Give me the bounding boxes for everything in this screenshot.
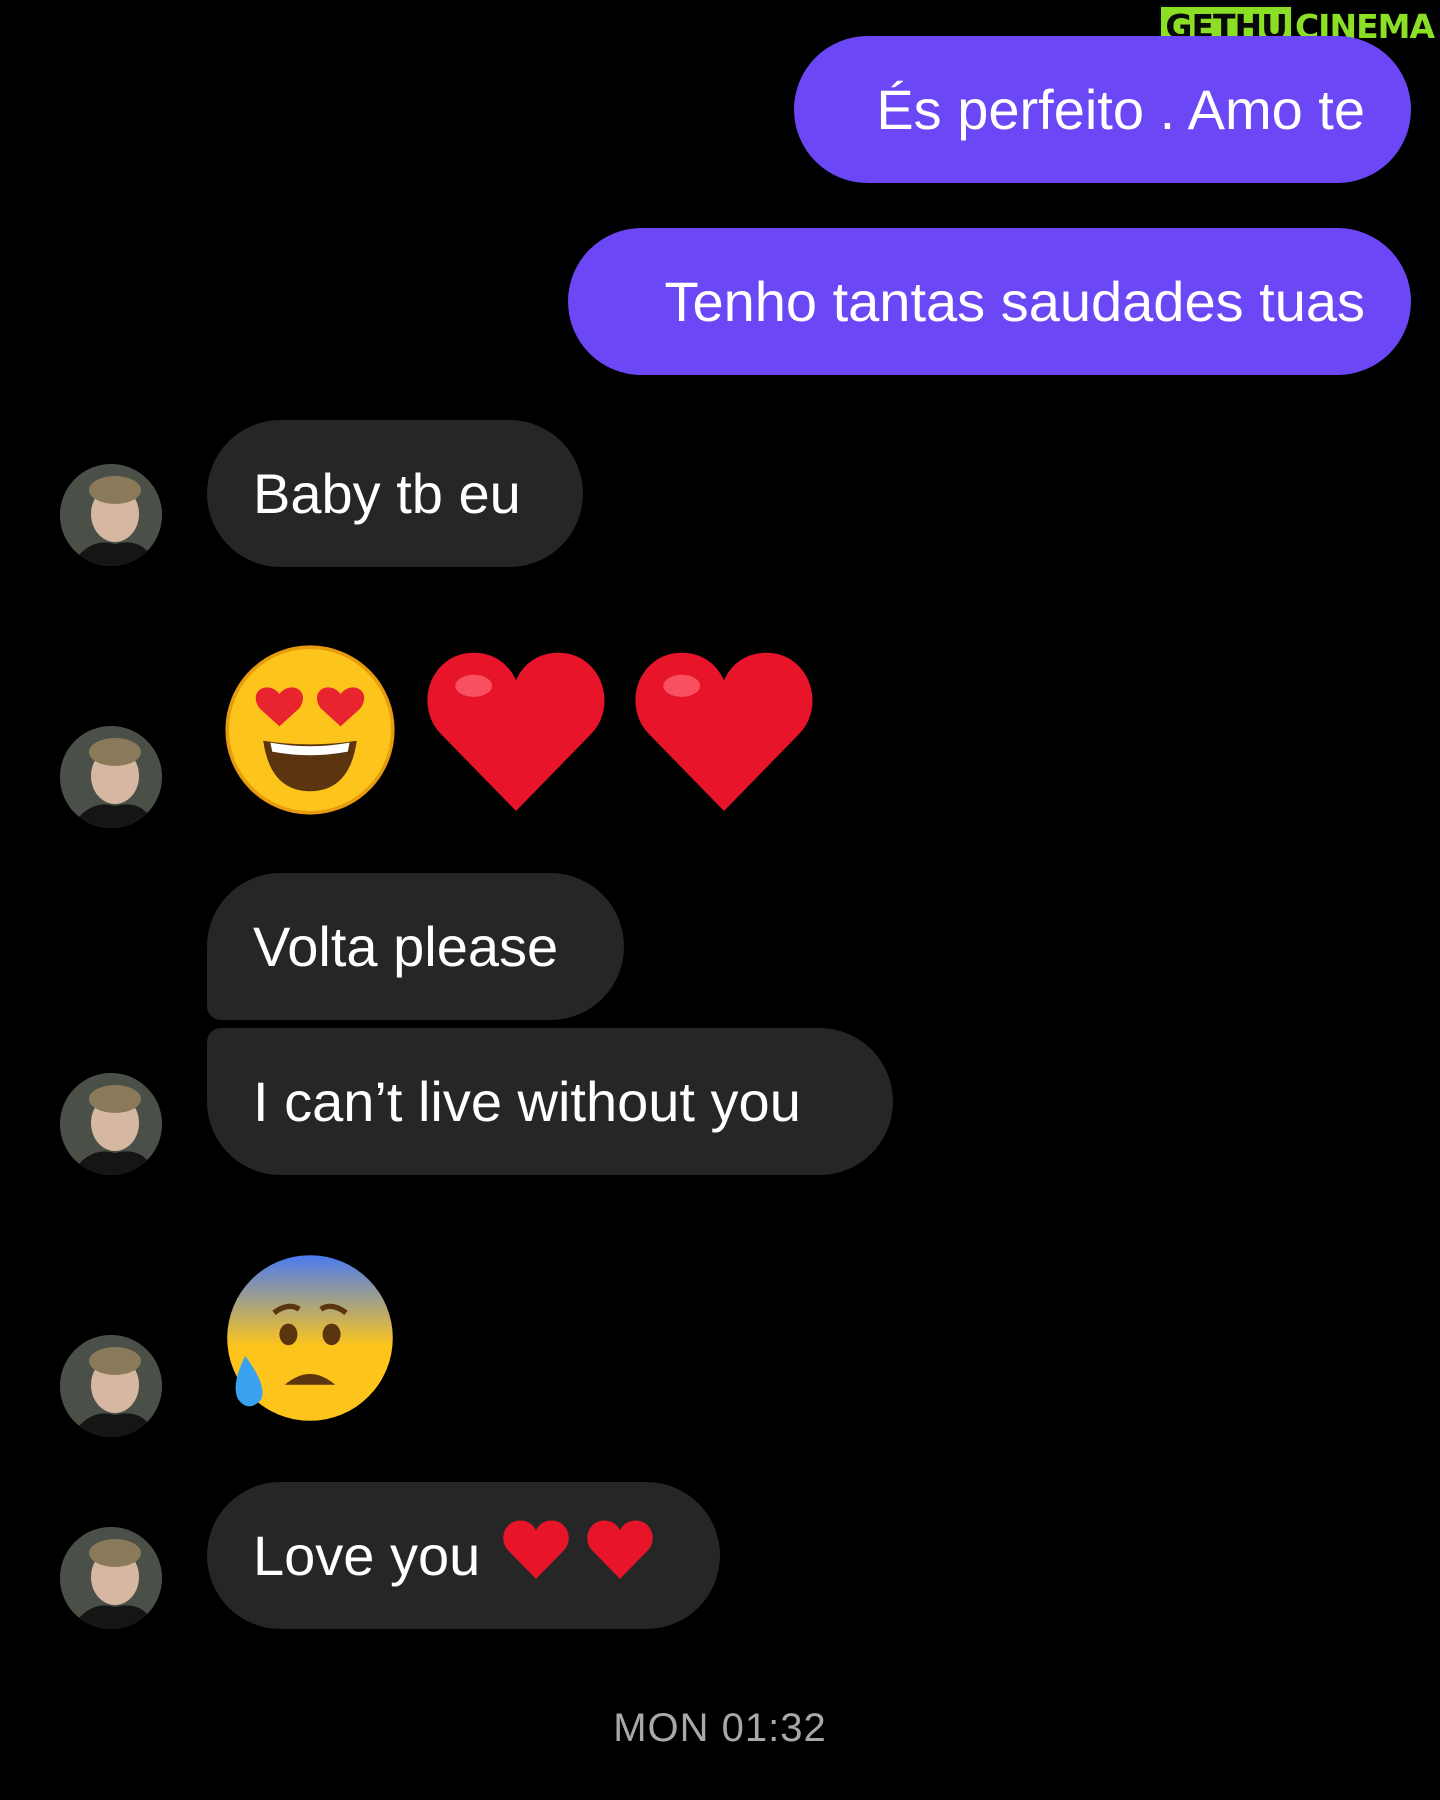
message-text: Volta please	[253, 915, 559, 978]
avatar[interactable]	[60, 1527, 162, 1629]
received-message-bubble[interactable]: I can’t live without you	[207, 1028, 893, 1175]
emoji-message[interactable]	[220, 640, 816, 820]
emoji-message[interactable]	[220, 1248, 400, 1428]
avatar[interactable]	[60, 464, 162, 566]
message-timestamp: MON 01:32	[613, 1706, 827, 1750]
message-text: Tenho tantas saudades tuas	[664, 270, 1365, 333]
red-heart-icon	[586, 1516, 654, 1595]
message-text: Love you	[253, 1524, 481, 1587]
avatar[interactable]	[60, 726, 162, 828]
red-heart-icon	[632, 640, 816, 820]
avatar[interactable]	[60, 1335, 162, 1437]
anxious-face-with-sweat-icon	[220, 1248, 400, 1428]
sent-message-bubble[interactable]: Tenho tantas saudades tuas	[568, 228, 1411, 375]
red-heart-icon	[502, 1516, 570, 1595]
received-message-bubble[interactable]: Baby tb eu	[207, 420, 583, 567]
sent-message-bubble[interactable]: És perfeito . Amo te	[794, 36, 1411, 183]
received-message-bubble[interactable]: Love you	[207, 1482, 720, 1629]
message-text: Baby tb eu	[253, 462, 521, 525]
message-text: I can’t live without you	[253, 1070, 801, 1133]
avatar[interactable]	[60, 1073, 162, 1175]
message-text: És perfeito . Amo te	[876, 78, 1365, 141]
heart-eyes-emoji-icon	[220, 640, 400, 820]
red-heart-icon	[424, 640, 608, 820]
received-message-bubble[interactable]: Volta please	[207, 873, 624, 1020]
